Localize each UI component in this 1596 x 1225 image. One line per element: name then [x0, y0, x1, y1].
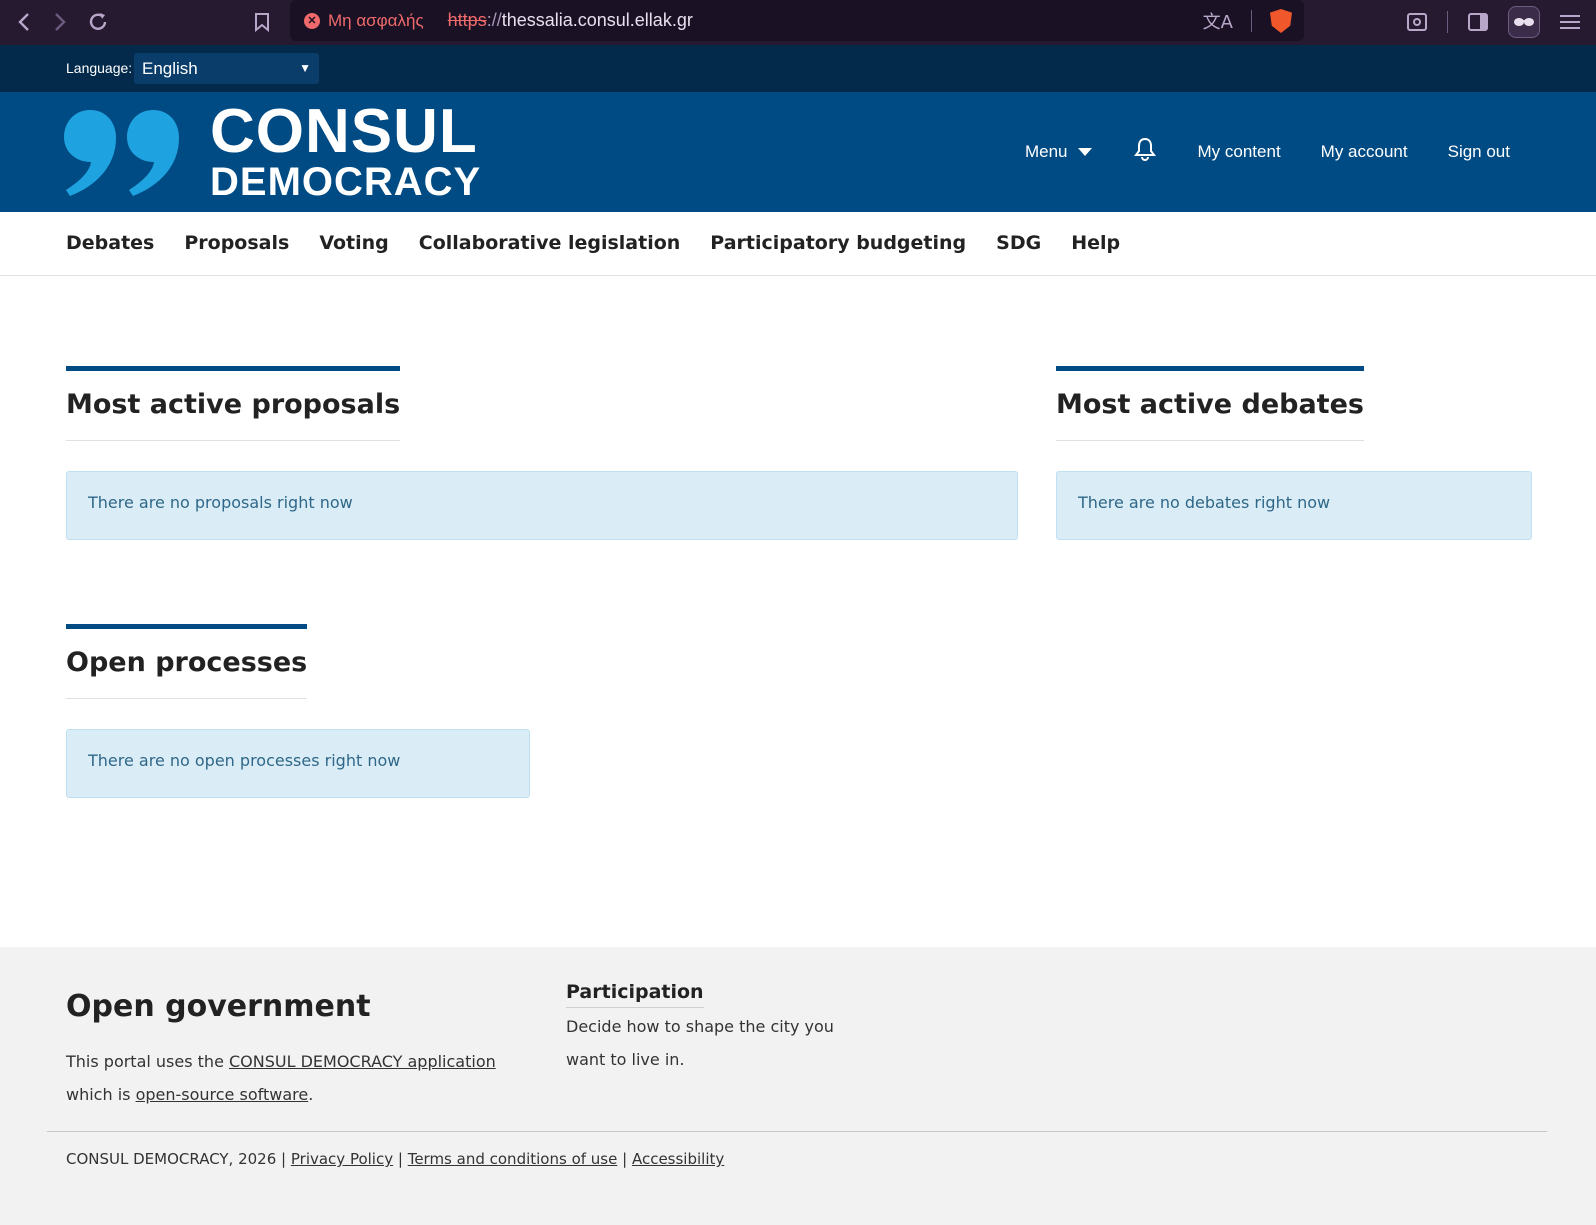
url-host: thessalia.consul.ellak.gr	[501, 10, 693, 30]
screenshot-icon[interactable]	[1401, 6, 1433, 38]
sidebar-icon[interactable]	[1462, 6, 1494, 38]
sign-out-link[interactable]: Sign out	[1448, 142, 1510, 162]
nav-item-collaborative-legislation[interactable]: Collaborative legislation	[419, 232, 681, 254]
consul-app-link[interactable]: CONSUL DEMOCRACY application	[229, 1052, 496, 1071]
insecure-indicator[interactable]: ✕ Μη ασφαλής	[304, 11, 424, 31]
footer-description: This portal uses the CONSUL DEMOCRACY ap…	[66, 1045, 536, 1111]
logo-line2: DEMOCRACY	[210, 160, 482, 204]
processes-section: Open processes There are no open process…	[66, 624, 530, 798]
brave-shield-icon[interactable]	[1270, 9, 1292, 33]
footer-title: Open government	[66, 989, 371, 1024]
url-text[interactable]: https://thessalia.consul.ellak.gr	[448, 10, 693, 31]
insecure-x-icon: ✕	[304, 12, 320, 29]
proposals-empty-callout: There are no proposals right now	[66, 471, 1018, 540]
footer-divider	[47, 1131, 1547, 1132]
processes-title: Open processes	[66, 624, 308, 699]
back-icon[interactable]	[8, 6, 40, 38]
footer-text-mid: which is	[66, 1085, 136, 1104]
forward-icon[interactable]	[44, 6, 76, 38]
header-nav: Menu My content My account Sign out	[1025, 136, 1510, 167]
site-logo[interactable]: CONSUL DEMOCRACY	[210, 97, 482, 205]
participation-title: Participation	[566, 981, 704, 1008]
language-select[interactable]: English ▼	[134, 53, 319, 84]
menu-button[interactable]: Menu	[1025, 142, 1092, 162]
url-protocol: https	[447, 10, 487, 30]
terms-link[interactable]: Terms and conditions of use	[408, 1150, 618, 1168]
processes-empty-text: There are no open processes right now	[88, 751, 401, 770]
browser-toolbar: ✕ Μη ασφαλής https://thessalia.consul.el…	[0, 0, 1596, 45]
language-selected-value: English	[142, 59, 198, 78]
debates-empty-text: There are no debates right now	[1078, 493, 1331, 512]
proposals-section: Most active proposals There are no propo…	[66, 366, 1018, 540]
site-footer: Open government This portal uses the CON…	[0, 947, 1596, 1225]
debates-empty-callout: There are no debates right now	[1056, 471, 1532, 540]
toolbar-divider	[1447, 11, 1448, 33]
hamburger-menu-icon[interactable]	[1554, 6, 1586, 38]
private-glasses-icon[interactable]	[1508, 6, 1540, 38]
main-navigation: Debates Proposals Voting Collaborative l…	[0, 212, 1596, 276]
menu-label: Menu	[1024, 141, 1068, 161]
nav-item-voting[interactable]: Voting	[319, 232, 388, 254]
chevron-down-icon: ▼	[299, 61, 311, 75]
url-separator: ://	[486, 10, 502, 30]
privacy-policy-link[interactable]: Privacy Policy	[291, 1150, 393, 1168]
nav-item-debates[interactable]: Debates	[66, 232, 154, 254]
accessibility-link[interactable]: Accessibility	[632, 1150, 724, 1168]
copyright-text: CONSUL DEMOCRACY, 2026 |	[66, 1150, 291, 1168]
footer-text-pre: This portal uses the	[66, 1052, 229, 1071]
caret-down-icon	[1077, 148, 1092, 157]
my-content-link[interactable]: My content	[1198, 142, 1281, 162]
address-bar[interactable]: ✕ Μη ασφαλής https://thessalia.consul.el…	[290, 0, 1304, 41]
bell-icon[interactable]	[1132, 136, 1158, 167]
bookmark-icon[interactable]	[246, 6, 278, 38]
footer-text-post: .	[308, 1085, 314, 1104]
debates-title: Most active debates	[1056, 366, 1364, 441]
translate-icon[interactable]: 文A	[1203, 8, 1233, 34]
logo-line1: CONSUL	[210, 97, 478, 166]
language-bar: Language: English ▼	[0, 45, 1596, 92]
reload-icon[interactable]	[82, 6, 114, 38]
participation-text: Decide how to shape the city you want to…	[566, 1017, 834, 1069]
site-header: CONSUL DEMOCRACY Menu My content My acco…	[0, 92, 1596, 212]
nav-item-sdg[interactable]: SDG	[996, 232, 1041, 254]
debates-section: Most active debates There are no debates…	[1056, 366, 1532, 540]
processes-empty-callout: There are no open processes right now	[66, 729, 530, 798]
proposals-empty-text: There are no proposals right now	[88, 493, 353, 512]
insecure-label: Μη ασφαλής	[328, 10, 424, 30]
open-source-link[interactable]: open-source software	[136, 1085, 309, 1104]
consul-logo-quotes-icon[interactable]	[64, 110, 180, 200]
proposals-title: Most active proposals	[66, 366, 401, 441]
language-label: Language:	[66, 60, 133, 76]
footer-bottom: CONSUL DEMOCRACY, 2026 | Privacy Policy …	[66, 1150, 724, 1168]
url-divider	[1251, 10, 1252, 32]
nav-item-participatory-budgeting[interactable]: Participatory budgeting	[710, 232, 966, 254]
footer-sep-2: |	[617, 1150, 632, 1168]
my-account-link[interactable]: My account	[1321, 142, 1408, 162]
nav-item-help[interactable]: Help	[1071, 232, 1120, 254]
footer-sep-1: |	[393, 1150, 408, 1168]
nav-item-proposals[interactable]: Proposals	[184, 232, 289, 254]
